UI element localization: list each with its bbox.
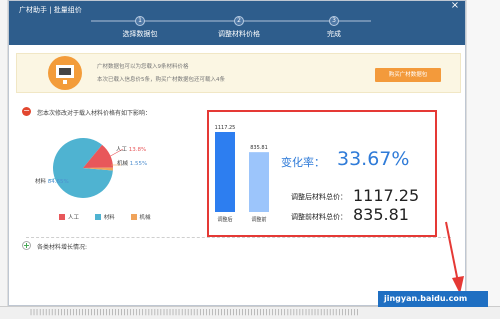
price-comparison-bar-chart: 1117.25 调整后 835.81 调整前 [215, 125, 269, 223]
bar-value-label: 835.81 [250, 145, 268, 151]
step-number: 1 [135, 16, 145, 26]
impact-section-title: 您本次修改对于载入材料价格有如下影响： [37, 110, 152, 117]
close-icon[interactable]: × [449, 1, 461, 11]
bar-category-label: 调整前 [251, 216, 266, 223]
pie-pct-machine: 1.55% [129, 161, 148, 167]
collapse-icon[interactable]: − [22, 107, 31, 116]
background-right-panel [466, 0, 500, 319]
expand-icon[interactable]: + [22, 241, 31, 250]
banner-info-line: 广材数据包可以为您载入9条材料价格 [97, 64, 189, 70]
after-total-value: 1117.25 [353, 186, 420, 205]
cost-share-pie-chart [48, 137, 124, 198]
buy-data-package-button[interactable]: 购买广材数据包 [375, 68, 441, 82]
legend-item-labor: 人工 [59, 214, 79, 221]
watermark-text: jingyan.baidu.com [384, 294, 468, 303]
growth-section-title: 各类材料增长情况: [37, 244, 88, 251]
before-total-value: 835.81 [353, 205, 409, 224]
bar-category-label: 调整后 [217, 216, 232, 223]
step-number: 2 [234, 16, 244, 26]
batch-pricing-dialog: 广材助手 | 批量组价 × 1 选择数据包 2 调整材料价格 3 完成 广材数据… [8, 0, 466, 306]
step-label: 选择数据包 [122, 30, 158, 38]
banner-info-line: 本次已载入信息价5条，购买广材数据包还可载入4条 [97, 77, 226, 83]
pie-label-material: 材料 84.65% [35, 179, 69, 185]
dialog-titlebar[interactable]: 广材助手 | 批量组价 × 1 选择数据包 2 调整材料价格 3 完成 [9, 1, 465, 45]
step-number: 3 [329, 16, 339, 26]
dialog-title: 广材助手 | 批量组价 [19, 6, 82, 14]
data-package-banner: 广材数据包可以为您载入9条材料价格 本次已载入信息价5条，购买广材数据包还可载入… [16, 53, 461, 93]
section-divider [26, 237, 451, 238]
bar-value-label: 1117.25 [215, 125, 236, 131]
pie-label-machine: 机械 1.55% [117, 161, 148, 167]
legend-item-material: 材料 [94, 214, 115, 221]
change-rate-label: 变化率： [281, 156, 325, 169]
pie-label-labor: 人工 13.8% [116, 147, 147, 153]
step-label: 完成 [327, 30, 341, 38]
change-rate-value: 33.67% [337, 148, 410, 170]
wizard-step-3: 3 完成 [294, 1, 374, 39]
red-arrow-annotation [445, 221, 464, 294]
pie-pct-material: 84.65% [47, 179, 69, 185]
step-label: 调整材料价格 [218, 30, 260, 38]
after-total-label: 调整后材料总价： [291, 193, 347, 201]
pie-legend: 人工 材料 机械 [59, 213, 165, 221]
wizard-step-1: 1 选择数据包 [100, 1, 180, 39]
wizard-step-2: 2 调整材料价格 [199, 1, 279, 39]
background-bottom-strip: ||||||||||||||||||||||||||||||||||||||||… [0, 306, 500, 319]
bar-before [249, 152, 269, 212]
legend-item-machine: 机械 [130, 214, 151, 221]
background-left-panel [0, 0, 8, 319]
bar-after [215, 132, 235, 212]
monitor-icon [48, 56, 82, 90]
pie-pct-labor: 13.8% [128, 147, 147, 153]
before-total-label: 调整前材料总价： [291, 213, 347, 221]
